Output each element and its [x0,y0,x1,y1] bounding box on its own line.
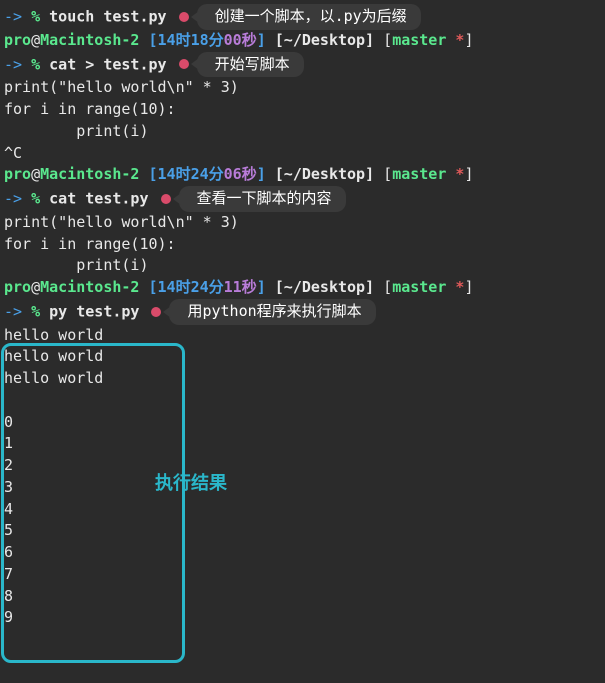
percent-sign: % [31,189,40,207]
command-text: cat > test.py [49,55,166,73]
command-text: cat test.py [49,189,148,207]
prompt-line-1: -> % touch test.py 创建一个脚本，以.py为后缀 [4,4,601,30]
arrow-icon: -> [4,55,22,73]
seconds-text: 11秒 [224,278,257,296]
bracket: ] [464,165,473,183]
dot-icon [161,194,171,204]
output-line: 5 [4,520,601,542]
output-line: 4 [4,499,601,521]
at-sign: @ [31,278,40,296]
path-text: [~/Desktop] [266,31,383,49]
output-line: 0 [4,412,601,434]
bracket: [ [383,278,392,296]
output-line: 8 [4,586,601,608]
path-text: [~/Desktop] [266,165,383,183]
dot-icon [151,307,161,317]
bracket: ] [464,31,473,49]
percent-sign: % [31,7,40,25]
dot-icon [179,59,189,69]
code-line: for i in range(10): [4,99,601,121]
output-line: 3 [4,477,601,499]
path-text: [~/Desktop] [266,278,383,296]
output-line: 9 [4,607,601,629]
arrow-icon: -> [4,189,22,207]
time-bracket: ] [257,165,266,183]
output-line: hello world [4,346,601,368]
status-line-3: pro@Macintosh-2 [14时24分11秒] [~/Desktop] … [4,277,601,299]
output-line [4,390,601,412]
host-text: Macintosh-2 [40,278,139,296]
code-line: print(i) [4,255,601,277]
branch-text: master [392,278,455,296]
annotation-bubble: 创建一个脚本，以.py为后缀 [197,4,421,30]
user-text: pro [4,165,31,183]
user-text: pro [4,31,31,49]
status-line-2: pro@Macintosh-2 [14时24分06秒] [~/Desktop] … [4,164,601,186]
branch-text: master [392,31,455,49]
bracket: ] [464,278,473,296]
time-text: [14时24分 [149,165,224,183]
percent-sign: % [31,302,40,320]
code-line: print("hello world\n" * 3) [4,77,601,99]
code-line: for i in range(10): [4,234,601,256]
command-text: py test.py [49,302,139,320]
status-line-1: pro@Macintosh-2 [14时18分00秒] [~/Desktop] … [4,30,601,52]
bracket: [ [383,165,392,183]
prompt-line-2: -> % cat > test.py 开始写脚本 [4,52,601,78]
dot-icon [179,12,189,22]
user-text: pro [4,278,31,296]
time-text: [14时24分 [149,278,224,296]
command-text: touch test.py [49,7,166,25]
percent-sign: % [31,55,40,73]
time-text: [14时18分 [149,31,224,49]
annotation-bubble: 查看一下脚本的内容 [179,186,346,212]
host-text: Macintosh-2 [40,165,139,183]
annotation-bubble: 开始写脚本 [197,52,304,78]
arrow-icon: -> [4,7,22,25]
time-bracket: ] [257,278,266,296]
at-sign: @ [31,31,40,49]
seconds-text: 00秒 [224,31,257,49]
output-line: 6 [4,542,601,564]
code-line: ^C [4,143,601,165]
output-line: 1 [4,433,601,455]
time-bracket: ] [257,31,266,49]
code-line: print("hello world\n" * 3) [4,212,601,234]
output-line: 2 [4,455,601,477]
arrow-icon: -> [4,302,22,320]
annotation-bubble: 用python程序来执行脚本 [169,299,375,325]
output-line: hello world [4,325,601,347]
output-line: 7 [4,564,601,586]
at-sign: @ [31,165,40,183]
branch-text: master [392,165,455,183]
host-text: Macintosh-2 [40,31,139,49]
prompt-line-4: -> % py test.py 用python程序来执行脚本 [4,299,601,325]
prompt-line-3: -> % cat test.py 查看一下脚本的内容 [4,186,601,212]
bracket: [ [383,31,392,49]
output-line: hello world [4,368,601,390]
seconds-text: 06秒 [224,165,257,183]
code-line: print(i) [4,121,601,143]
